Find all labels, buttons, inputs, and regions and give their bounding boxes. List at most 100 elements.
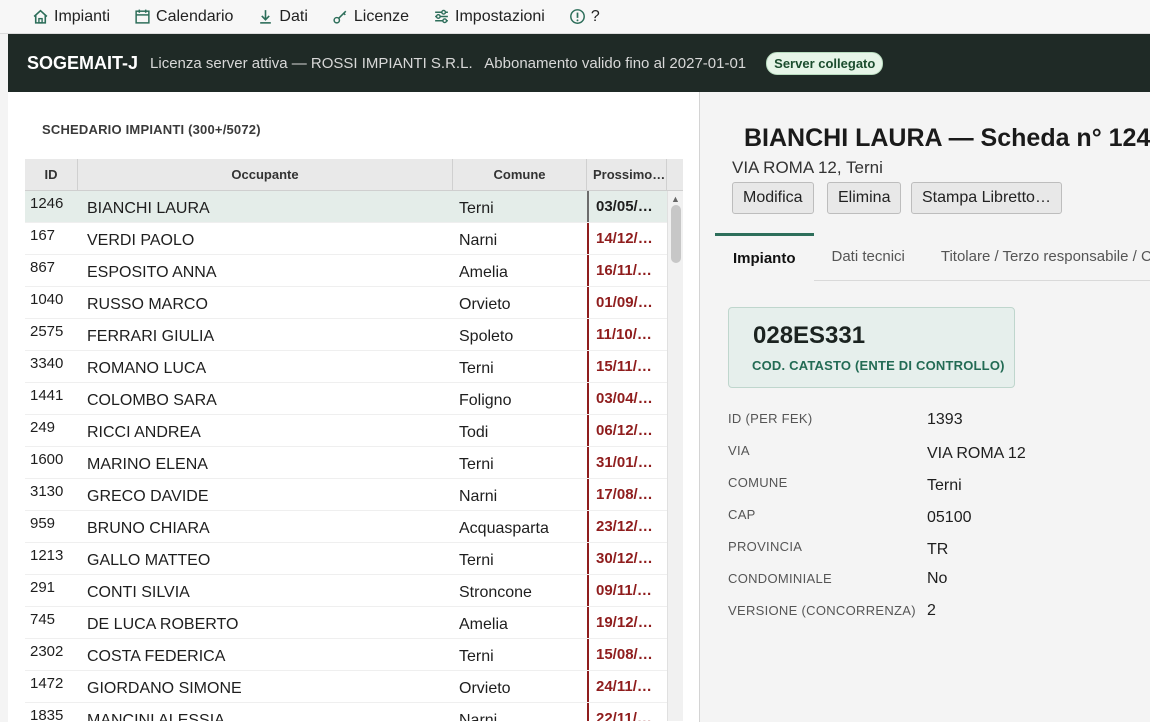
print-booklet-button[interactable]: Stampa Libretto… (911, 182, 1062, 214)
table-row[interactable]: 1441 COLOMBO SARA Foligno 03/04/… (25, 383, 683, 415)
cell-prossimo: 24/11/… (587, 671, 667, 702)
cell-comune: Foligno (459, 392, 512, 409)
field-label-cap: CAP (728, 507, 756, 522)
tab-dati-tecnici[interactable]: Dati tecnici (814, 233, 923, 281)
cell-id: 959 (30, 515, 56, 532)
detail-tabs: Impianto Dati tecnici Titolare / Terzo r… (715, 232, 1150, 281)
cell-occupante: GALLO MATTEO (87, 552, 211, 569)
table-row[interactable]: 1246 BIANCHI LAURA Terni 03/05/… (25, 191, 683, 223)
field-value-via: VIA ROMA 12 (927, 445, 1026, 462)
delete-button[interactable]: Elimina (827, 182, 902, 214)
sliders-icon (435, 9, 448, 24)
download-icon (260, 10, 272, 24)
cell-comune: Todi (459, 424, 489, 441)
cell-id: 1472 (30, 675, 64, 692)
cell-prossimo: 30/12/… (587, 543, 667, 574)
menu-calendario[interactable]: Calendario (134, 8, 233, 26)
table-scrollbar[interactable]: ▲ (667, 191, 683, 721)
impianto-detail-panel: BIANCHI LAURA — Scheda n° 1246 VIA ROMA … (707, 92, 1150, 722)
tab-titolare[interactable]: Titolare / Terzo responsabile / C (923, 233, 1150, 281)
menu-licenze-label: Licenze (353, 7, 410, 25)
table-row[interactable]: 745 DE LUCA ROBERTO Amelia 19/12/… (25, 607, 683, 639)
cell-id: 249 (30, 419, 56, 436)
cell-comune: Amelia (459, 616, 508, 633)
cell-id: 1040 (30, 291, 64, 308)
cell-id: 3340 (30, 355, 64, 372)
table-row[interactable]: 1213 GALLO MATTEO Terni 30/12/… (25, 543, 683, 575)
field-label-via: VIA (728, 443, 750, 458)
cell-comune: Terni (459, 552, 494, 569)
menu-impianti[interactable]: Impianti (32, 8, 110, 26)
cell-prossimo: 22/11/… (587, 703, 667, 721)
table-row[interactable]: 3340 ROMANO LUCA Terni 15/11/… (25, 351, 683, 383)
cell-id: 1213 (30, 547, 64, 564)
key-icon (333, 10, 347, 24)
col-header-occupante[interactable]: Occupante (78, 159, 453, 190)
cell-comune: Terni (459, 456, 494, 473)
cell-occupante: ROMANO LUCA (87, 360, 207, 377)
cell-prossimo: 16/11/… (587, 255, 667, 286)
menu-help[interactable]: ? (569, 8, 600, 26)
cell-occupante: FERRARI GIULIA (87, 328, 215, 345)
cell-id: 1835 (30, 707, 64, 721)
cell-id: 745 (30, 611, 56, 628)
app-header: SOGEMAIT-J Licenza server attiva — ROSSI… (8, 34, 1150, 92)
table-row[interactable]: 867 ESPOSITO ANNA Amelia 16/11/… (25, 255, 683, 287)
table-row[interactable]: 1040 RUSSO MARCO Orvieto 01/09/… (25, 287, 683, 319)
table-header: ID Occupante Comune Prossimo… (25, 159, 683, 191)
cell-occupante: GIORDANO SIMONE (87, 680, 242, 697)
table-row[interactable]: 959 BRUNO CHIARA Acquasparta 23/12/… (25, 511, 683, 543)
table-row[interactable]: 3130 GRECO DAVIDE Narni 17/08/… (25, 479, 683, 511)
table-row[interactable]: 2302 COSTA FEDERICA Terni 15/08/… (25, 639, 683, 671)
scrollbar-thumb[interactable] (671, 205, 681, 263)
menu-impostazioni[interactable]: Impostazioni (433, 8, 545, 26)
cell-prossimo: 01/09/… (587, 287, 667, 318)
cell-prossimo: 19/12/… (587, 607, 667, 638)
col-header-prossimo[interactable]: Prossimo… (587, 159, 667, 190)
menu-impostazioni-label: Impostazioni (455, 7, 545, 25)
menu-bar: Impianti Calendario Dati Licenze Imposta… (0, 0, 1150, 34)
table-row[interactable]: 1472 GIORDANO SIMONE Orvieto 24/11/… (25, 671, 683, 703)
cell-id: 1246 (30, 195, 64, 212)
cell-prossimo: 11/10/… (587, 319, 667, 350)
table-row[interactable]: 1835 MANCINI ALESSIA Narni 22/11/… (25, 703, 683, 721)
table-row[interactable]: 249 RICCI ANDREA Todi 06/12/… (25, 415, 683, 447)
table-row[interactable]: 2575 FERRARI GIULIA Spoleto 11/10/… (25, 319, 683, 351)
cell-prossimo: 15/08/… (587, 639, 667, 670)
cell-occupante: CONTI SILVIA (87, 584, 190, 601)
scroll-up-icon[interactable]: ▲ (671, 194, 680, 204)
menu-dati[interactable]: Dati (257, 8, 308, 26)
cell-occupante: VERDI PAOLO (87, 232, 195, 249)
cell-id: 3130 (30, 483, 64, 500)
table-row[interactable]: 167 VERDI PAOLO Narni 14/12/… (25, 223, 683, 255)
col-header-comune[interactable]: Comune (453, 159, 587, 190)
field-label-versione: VERSIONE (CONCORRENZA) (728, 603, 916, 618)
cell-comune: Spoleto (459, 328, 514, 345)
cell-prossimo: 15/11/… (587, 351, 667, 382)
table-row[interactable]: 291 CONTI SILVIA Stroncone 09/11/… (25, 575, 683, 607)
menu-calendario-label: Calendario (156, 7, 234, 25)
table-row[interactable]: 1600 MARINO ELENA Terni 31/01/… (25, 447, 683, 479)
home-icon (33, 9, 48, 24)
menu-impianti-label: Impianti (54, 7, 111, 25)
cell-id: 167 (30, 227, 56, 244)
col-header-id[interactable]: ID (25, 159, 78, 190)
impianti-table: ID Occupante Comune Prossimo… 1246 BIANCH… (25, 159, 683, 721)
edit-button[interactable]: Modifica (732, 182, 814, 214)
license-status: Licenza server attiva — ROSSI IMPIANTI S… (150, 54, 747, 72)
cell-comune: Orvieto (459, 680, 511, 697)
cell-comune: Terni (459, 360, 494, 377)
app-brand: SOGEMAIT-J (27, 52, 139, 73)
cell-prossimo: 17/08/… (587, 479, 667, 510)
cell-comune: Terni (459, 200, 494, 217)
catasto-code: 028ES331 (753, 322, 866, 349)
cell-comune: Stroncone (459, 584, 532, 601)
cell-comune: Terni (459, 648, 494, 665)
catasto-code-card: 028ES331 COD. CATASTO (ENTE DI CONTROLLO… (728, 307, 1015, 388)
cell-occupante: DE LUCA ROBERTO (87, 616, 239, 633)
field-value-condominiale: No (927, 570, 948, 587)
cell-prossimo: 06/12/… (587, 415, 667, 446)
menu-licenze[interactable]: Licenze (332, 8, 409, 26)
tab-impianto[interactable]: Impianto (715, 232, 814, 281)
field-label-condominiale: CONDOMINIALE (728, 571, 833, 586)
